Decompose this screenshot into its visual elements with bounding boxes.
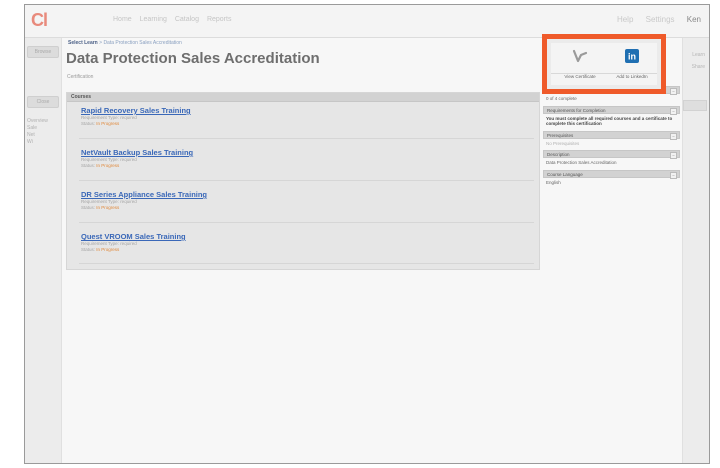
collapse-icon[interactable]: –: [670, 171, 677, 179]
course-status-value: In Progress: [96, 121, 120, 126]
prerequisites-body: No Prerequisites: [543, 138, 680, 150]
course-status-label: Status:: [81, 121, 97, 126]
right-sidebar: Learn Share: [681, 38, 709, 463]
course-link[interactable]: DR Series Appliance Sales Training: [81, 190, 207, 199]
course-item: Rapid Recovery Sales Training Requiremen…: [81, 106, 191, 127]
help-link[interactable]: Help: [617, 15, 633, 24]
course-status: Status: In Progress: [81, 163, 193, 169]
courses-panel-header: Courses: [67, 93, 539, 102]
rail-link-learn[interactable]: Learn: [692, 52, 705, 58]
requirements-header[interactable]: Requirements for Completion –: [543, 105, 680, 115]
page-title: Data Protection Sales Accreditation: [66, 50, 320, 67]
course-status-label: Status:: [81, 163, 97, 168]
divider: [551, 73, 657, 74]
course-status-value: In Progress: [96, 205, 120, 210]
left-sidebar: Browse Close Overview Sale Net Wi: [25, 38, 61, 463]
prerequisites-header[interactable]: Prerequisites –: [543, 130, 680, 140]
add-to-linkedin-button[interactable]: in Add to LinkedIn: [607, 49, 657, 83]
top-nav: Home Learning Catalog Reports: [113, 16, 237, 23]
course-status-value: In Progress: [96, 247, 120, 252]
close-button[interactable]: Close: [27, 96, 59, 108]
breadcrumb-home[interactable]: Select Learn: [68, 40, 98, 46]
course-item: NetVault Backup Sales Training Requireme…: [81, 148, 193, 169]
top-right-links: Help Settings Ken: [617, 15, 701, 24]
requirements-body: You must complete all required courses a…: [543, 113, 680, 131]
nav-item-learning[interactable]: Learning: [140, 16, 167, 23]
linkedin-glyph: in: [628, 52, 636, 62]
section-title: Prerequisites: [547, 132, 574, 138]
share-highlight: View Certificate in Add to LinkedIn: [542, 34, 666, 94]
divider: [79, 263, 534, 264]
divider: [79, 138, 534, 139]
rail-report-button[interactable]: [683, 100, 707, 111]
course-link[interactable]: Quest VROOM Sales Training: [81, 232, 186, 241]
course-language-header[interactable]: Course Language –: [543, 169, 680, 179]
collapse-icon[interactable]: –: [670, 132, 677, 140]
nav-item-home[interactable]: Home: [113, 16, 132, 23]
nav-item-catalog[interactable]: Catalog: [175, 16, 199, 23]
certificate-icon: [572, 49, 588, 63]
rail-link-share[interactable]: Share: [692, 64, 705, 70]
course-status: Status: In Progress: [81, 247, 186, 253]
course-item: DR Series Appliance Sales Training Requi…: [81, 190, 207, 211]
sidebar-text-2[interactable]: Sale: [27, 125, 59, 132]
section-title: Course Language: [547, 171, 583, 177]
main-content: Select Learn > Data Protection Sales Acc…: [61, 38, 683, 463]
total-progress-body: 0 of 4 complete: [543, 94, 680, 106]
description-header[interactable]: Description –: [543, 150, 680, 159]
course-status-label: Status:: [81, 205, 97, 210]
course-status-value: In Progress: [96, 163, 120, 168]
settings-link[interactable]: Settings: [646, 15, 675, 24]
section-title: Requirements for Completion: [547, 107, 606, 113]
view-certificate-label: View Certificate: [564, 74, 596, 79]
course-item: Quest VROOM Sales Training Requirement T…: [81, 232, 186, 253]
app-logo[interactable]: Cl: [31, 10, 48, 31]
divider: [79, 222, 534, 223]
sidebar-text-3[interactable]: Net: [27, 132, 59, 139]
breadcrumb: Select Learn > Data Protection Sales Acc…: [68, 40, 182, 46]
user-menu[interactable]: Ken: [687, 15, 701, 24]
view-certificate-button[interactable]: View Certificate: [555, 49, 605, 83]
course-language-body: English: [543, 177, 680, 189]
section-title: Description: [547, 152, 570, 157]
course-link[interactable]: NetVault Backup Sales Training: [81, 148, 193, 157]
collapse-icon[interactable]: –: [670, 107, 677, 115]
course-status: Status: In Progress: [81, 121, 191, 127]
collapse-icon[interactable]: –: [670, 152, 677, 159]
share-panel: View Certificate in Add to LinkedIn: [551, 43, 657, 85]
linkedin-icon: in: [625, 49, 639, 63]
course-link[interactable]: Rapid Recovery Sales Training: [81, 106, 191, 115]
sidebar-text-1: Overview: [27, 118, 48, 124]
page-subtitle: Certification: [67, 74, 94, 80]
browse-button[interactable]: Browse: [27, 46, 59, 58]
info-column: Total Progress– 0 of 4 complete Requirem…: [543, 86, 680, 189]
divider: [79, 180, 534, 181]
collapse-icon[interactable]: –: [670, 88, 677, 95]
course-status-label: Status:: [81, 247, 97, 252]
sidebar-text-4[interactable]: Wi: [27, 139, 59, 146]
courses-panel: Courses Rapid Recovery Sales Training Re…: [66, 92, 540, 270]
breadcrumb-current: > Data Protection Sales Accreditation: [99, 40, 182, 46]
description-body: Data Protection Sales Accreditation: [543, 158, 680, 170]
add-to-linkedin-label: Add to LinkedIn: [616, 74, 648, 79]
course-status: Status: In Progress: [81, 205, 207, 211]
nav-item-reports[interactable]: Reports: [207, 16, 232, 23]
